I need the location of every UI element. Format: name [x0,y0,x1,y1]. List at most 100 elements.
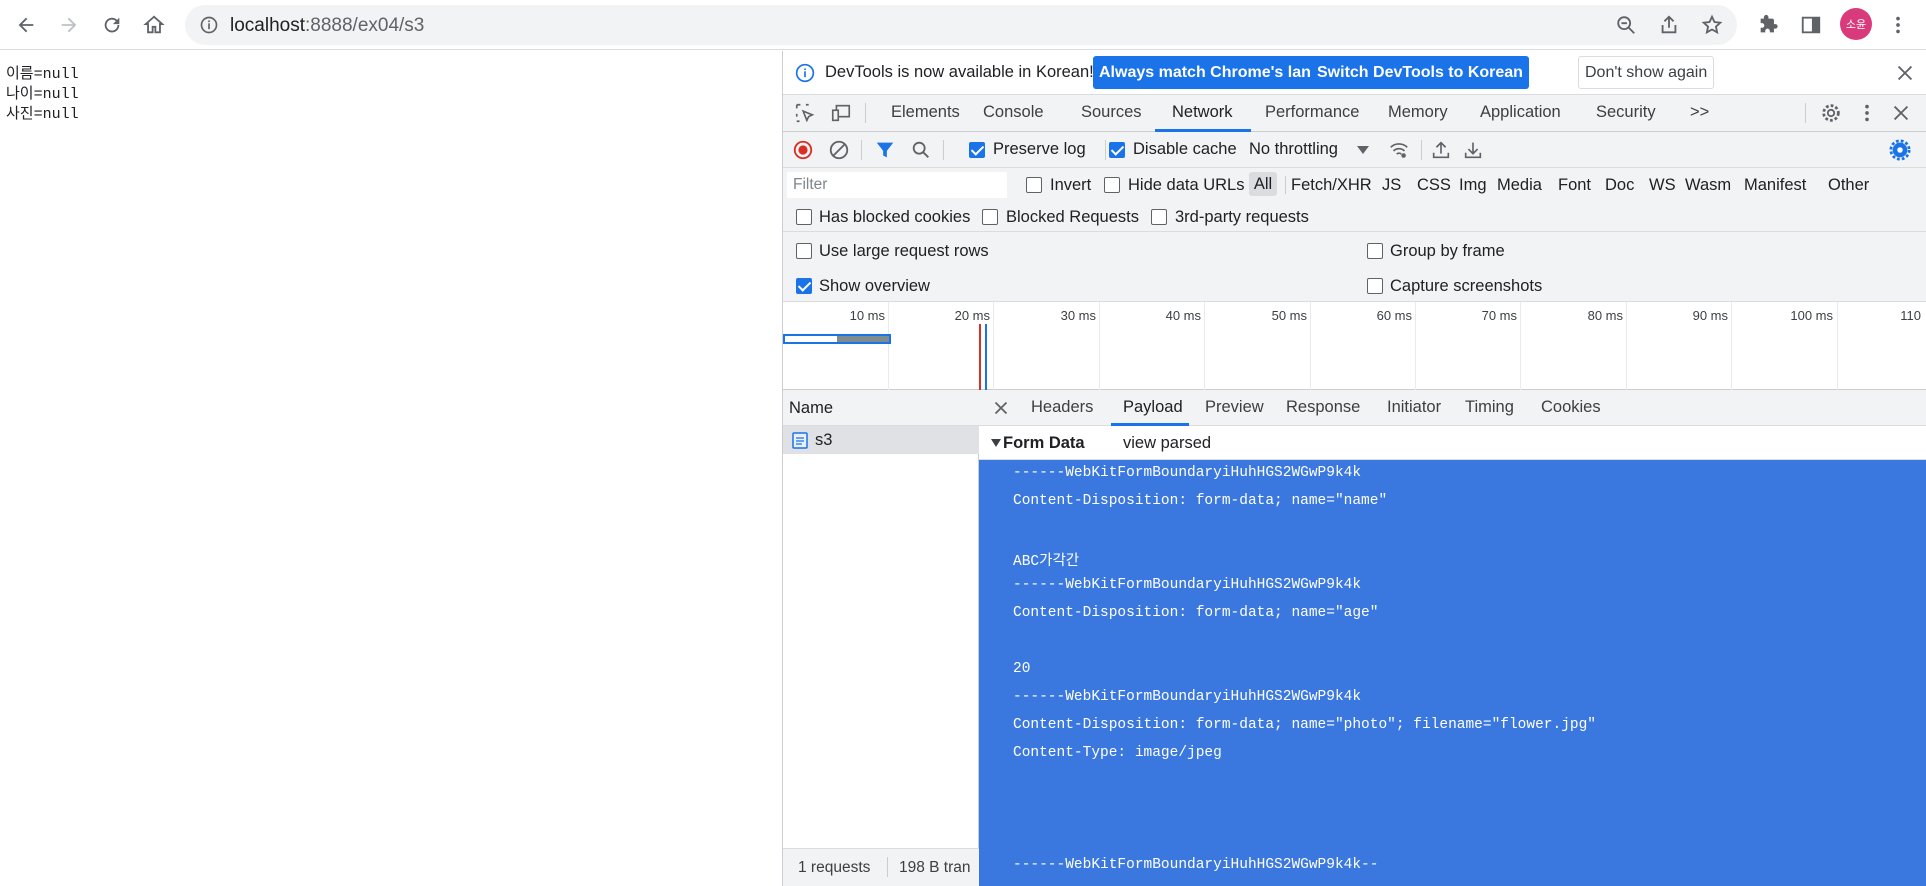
devtools-tabbar: Elements Console Sources Network Perform… [783,95,1926,132]
tick-label: 90 ms [1692,308,1728,323]
menu-kebab-icon[interactable] [1880,7,1916,43]
tab-response[interactable]: Response [1286,398,1360,417]
payload-line: ------WebKitFormBoundaryiHuhHGS2WGwP9k4k… [1013,857,1379,873]
view-parsed-toggle[interactable]: view parsed [1123,434,1211,453]
tab-performance[interactable]: Performance [1265,103,1359,122]
share-icon[interactable] [1658,14,1682,38]
inspect-element-icon[interactable] [793,101,817,125]
profile-avatar[interactable]: 소윤 [1840,8,1872,40]
payload-line: ------WebKitFormBoundaryiHuhHGS2WGwP9k4k [1013,465,1362,481]
close-infobar-icon[interactable] [1893,61,1917,85]
close-detail-icon[interactable] [989,396,1013,420]
tick-label: 80 ms [1587,308,1623,323]
disable-cache-label: Disable cache [1133,140,1237,158]
type-filter-ws[interactable]: WS [1649,176,1676,195]
capture-screenshots-label: Capture screenshots [1390,277,1543,295]
type-filter-wasm[interactable]: Wasm [1685,176,1731,195]
network-status-bar: 1 requests 198 B tran [783,848,979,886]
switch-language-button[interactable]: Switch DevTools to Korean [1311,56,1529,89]
tab-timing[interactable]: Timing [1465,398,1514,417]
form-data-source[interactable]: ------WebKitFormBoundaryiHuhHGS2WGwP9k4k… [979,460,1926,886]
type-filter-font[interactable]: Font [1558,176,1591,195]
type-filter-js[interactable]: JS [1382,176,1401,195]
type-filter-media[interactable]: Media [1497,176,1542,195]
disable-cache-checkbox[interactable] [1109,142,1125,158]
tab-application[interactable]: Application [1480,103,1561,122]
filter-funnel-icon[interactable] [873,138,897,162]
devtools-panel: DevTools is now available in Korean! Alw… [782,51,1926,886]
forward-icon[interactable] [51,7,87,43]
type-filter-img[interactable]: Img [1459,176,1487,195]
blocked-requests-checkbox[interactable] [982,209,998,225]
tick-label: 70 ms [1481,308,1517,323]
type-filter-fetch-xhr[interactable]: Fetch/XHR [1291,176,1372,195]
name-column-header[interactable]: Name [783,390,979,426]
show-overview-label: Show overview [819,277,930,295]
form-data-title[interactable]: Form Data [1003,434,1085,453]
capture-screenshots-checkbox[interactable] [1367,278,1383,294]
export-har-icon[interactable] [1461,138,1485,162]
address-bar[interactable]: localhost:8888/ex04/s3 [185,5,1737,45]
bookmark-star-icon[interactable] [1701,14,1725,38]
page-line-age: 나이=null [6,86,79,103]
request-name: s3 [815,431,833,449]
side-panel-icon[interactable] [1793,7,1829,43]
devtools-menu-icon[interactable] [1855,101,1879,125]
type-filter-manifest[interactable]: Manifest [1744,176,1806,195]
tab-preview[interactable]: Preview [1205,398,1264,417]
hide-data-urls-checkbox[interactable] [1104,177,1120,193]
request-bar-waiting [837,336,889,342]
preserve-log-checkbox[interactable] [969,142,985,158]
import-har-icon[interactable] [1429,138,1453,162]
tab-memory[interactable]: Memory [1388,103,1448,122]
throttling-select[interactable]: No throttling [1249,140,1338,159]
type-filter-css[interactable]: CSS [1417,176,1451,195]
has-blocked-cookies-checkbox[interactable] [796,209,812,225]
type-filter-other[interactable]: Other [1828,176,1869,195]
show-overview-checkbox[interactable] [796,278,812,294]
back-icon[interactable] [8,7,44,43]
filter-input[interactable]: Filter [787,172,1007,198]
tab-sources[interactable]: Sources [1081,103,1142,122]
tab-security[interactable]: Security [1596,103,1656,122]
third-party-checkbox[interactable] [1151,209,1167,225]
extensions-icon[interactable] [1750,7,1786,43]
browser-toolbar: localhost:8888/ex04/s3 소윤 [0,0,1926,50]
device-toolbar-icon[interactable] [829,101,853,125]
more-tabs-button[interactable]: >> [1690,103,1709,122]
network-conditions-icon[interactable] [1387,138,1411,162]
large-rows-checkbox[interactable] [796,243,812,259]
type-filter-doc[interactable]: Doc [1605,176,1634,195]
clear-icon[interactable] [827,138,851,162]
settings-gear-icon[interactable] [1819,101,1843,125]
divider [943,140,944,160]
network-settings-gear-icon[interactable] [1888,138,1912,162]
home-icon[interactable] [136,7,172,43]
divider [865,103,866,123]
record-stop-icon[interactable] [791,138,815,162]
zoom-icon[interactable] [1615,14,1639,38]
tab-payload[interactable]: Payload [1123,398,1183,417]
search-icon[interactable] [909,138,933,162]
triangle-down-icon[interactable] [991,439,1001,447]
network-overview-timeline[interactable]: 10 ms 20 ms 30 ms 40 ms 50 ms 60 ms 70 m… [783,302,1926,390]
tick-label: 10 ms [849,308,885,323]
tab-headers[interactable]: Headers [1031,398,1093,417]
close-devtools-icon[interactable] [1889,101,1913,125]
tab-initiator[interactable]: Initiator [1387,398,1441,417]
form-data-header: Form Data view parsed [979,426,1926,460]
tab-elements[interactable]: Elements [891,103,960,122]
request-row[interactable]: s3 [783,426,979,454]
group-by-frame-checkbox[interactable] [1367,243,1383,259]
request-list: Name s3 1 requests 198 B tran [783,390,979,886]
invert-checkbox[interactable] [1026,177,1042,193]
dont-show-again-button[interactable]: Don't show again [1578,56,1715,89]
reload-icon[interactable] [94,7,130,43]
tab-cookies[interactable]: Cookies [1541,398,1601,417]
type-filter-all[interactable]: All [1249,172,1277,196]
tick-label: 50 ms [1271,308,1307,323]
tab-console[interactable]: Console [983,103,1044,122]
site-info-icon[interactable] [199,15,219,35]
tab-network[interactable]: Network [1172,103,1233,122]
url-text[interactable]: localhost:8888/ex04/s3 [230,15,424,37]
